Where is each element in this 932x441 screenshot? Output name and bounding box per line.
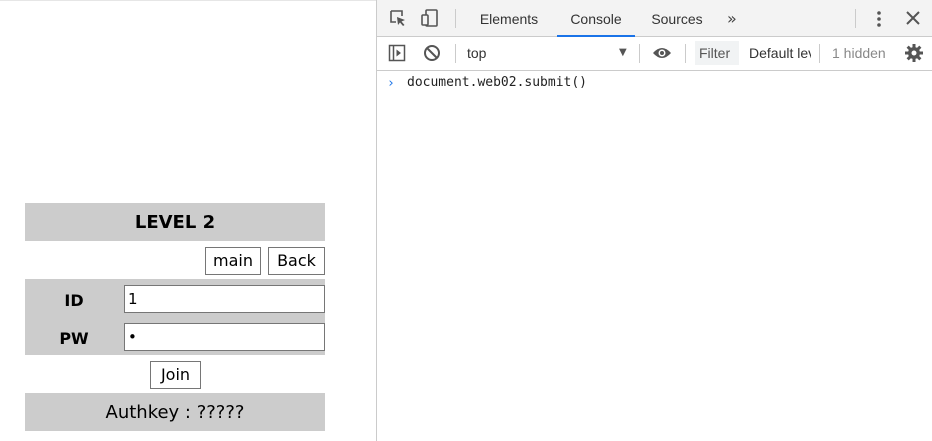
- settings-gear-icon[interactable]: [904, 43, 924, 63]
- authkey-text: Authkey : ?????: [25, 393, 325, 431]
- device-toggle-icon[interactable]: [420, 8, 440, 28]
- console-output[interactable]: › document.web02.submit(): [377, 71, 932, 441]
- kebab-menu-icon[interactable]: [871, 9, 887, 29]
- clear-console-icon[interactable]: [423, 44, 441, 62]
- log-levels-select[interactable]: Default levels: [749, 41, 811, 65]
- toolbar-separator: [685, 44, 686, 63]
- chevron-down-icon: ▼: [619, 47, 627, 58]
- tab-console[interactable]: Console: [557, 0, 635, 37]
- more-tabs-icon[interactable]: »: [727, 9, 737, 28]
- credentials-block: ID 1 PW •: [25, 279, 325, 355]
- toolbar-separator: [819, 44, 820, 63]
- eye-icon[interactable]: [652, 45, 672, 61]
- sidebar-toggle-icon[interactable]: [388, 44, 406, 62]
- toolbar-separator: [455, 44, 456, 63]
- nav-row: main Back: [25, 245, 325, 277]
- prompt-chevron-icon: ›: [387, 76, 395, 91]
- devtools-panel: Elements Console Sources » top ▼ Filter …: [376, 0, 932, 441]
- back-button[interactable]: Back: [268, 247, 325, 275]
- tabbar-separator: [455, 9, 456, 28]
- tab-sources[interactable]: Sources: [649, 0, 705, 36]
- filter-input[interactable]: Filter: [695, 41, 739, 65]
- pw-input[interactable]: •: [124, 323, 325, 351]
- tabbar-separator: [855, 9, 856, 28]
- tab-elements[interactable]: Elements: [478, 0, 540, 36]
- join-row: Join: [25, 359, 325, 393]
- id-input[interactable]: 1: [124, 285, 325, 313]
- pw-label: PW: [59, 329, 89, 348]
- join-button[interactable]: Join: [150, 361, 201, 389]
- inspect-icon[interactable]: [388, 8, 408, 28]
- console-toolbar: top ▼ Filter Default levels 1 hidden: [377, 37, 932, 71]
- toolbar-separator: [639, 44, 640, 63]
- id-label: ID: [64, 291, 84, 310]
- context-select[interactable]: top: [467, 42, 629, 64]
- devtools-tabbar: Elements Console Sources »: [377, 0, 932, 37]
- hidden-count: 1 hidden: [832, 45, 886, 61]
- console-command: document.web02.submit(): [407, 75, 588, 90]
- level-title: LEVEL 2: [25, 203, 325, 241]
- main-button[interactable]: main: [205, 247, 261, 275]
- web-page: LEVEL 2 main Back ID 1 PW • Join Authkey…: [0, 0, 376, 441]
- close-icon[interactable]: [905, 10, 921, 26]
